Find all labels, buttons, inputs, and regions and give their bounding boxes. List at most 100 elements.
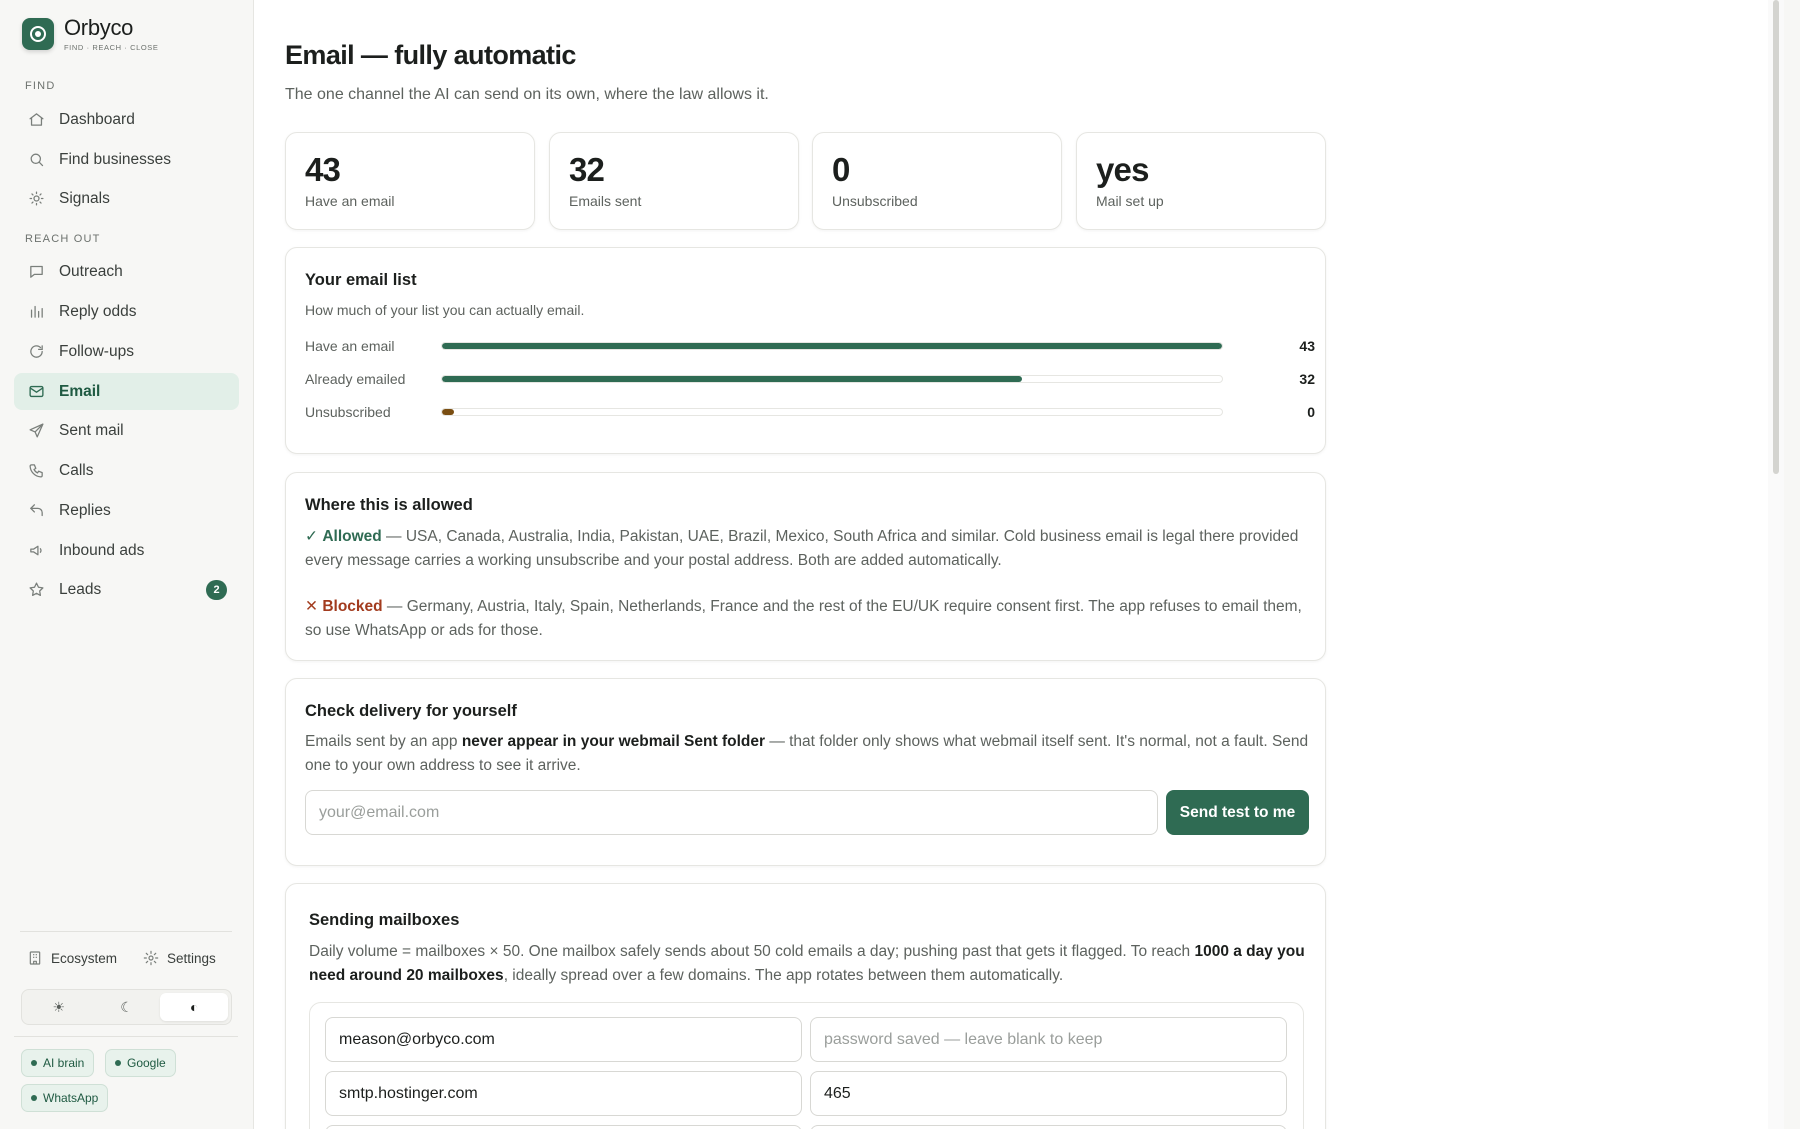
progress-row-have-email: Have an email 43 [305, 336, 1315, 356]
sidebar-item-inbound-ads[interactable]: Inbound ads [14, 532, 239, 569]
allowed-paragraph: ✓ Allowed — USA, Canada, Australia, Indi… [305, 525, 1310, 573]
sidebar-item-signals[interactable]: Signals [14, 180, 239, 217]
sidebar-item-dashboard[interactable]: Dashboard [14, 101, 239, 138]
cross-icon: ✕ [305, 598, 318, 615]
check-delivery-card: Check delivery for yourself Emails sent … [285, 678, 1326, 866]
delivery-text-bold: never appear in your webmail Sent folder [461, 733, 766, 750]
sidebar-item-follow-ups[interactable]: Follow-ups [14, 333, 239, 370]
send-test-button[interactable]: Send test to me [1166, 790, 1309, 835]
mail-icon [27, 383, 45, 401]
page-subtitle: The one channel the AI can send on its o… [285, 86, 769, 103]
sidebar-item-label: Follow-ups [59, 342, 134, 360]
status-chip-label: Google [127, 1056, 166, 1070]
where-allowed-title: Where this is allowed [305, 496, 473, 514]
status-chip-google[interactable]: Google [105, 1049, 176, 1077]
smtp-port-field[interactable] [810, 1071, 1287, 1116]
mailbox-email-field[interactable] [325, 1017, 802, 1062]
megaphone-icon [27, 542, 45, 560]
theme-system-option[interactable]: ◐ [160, 993, 229, 1021]
message-square-icon [27, 263, 45, 281]
sidebar: Orbyco FIND · REACH · CLOSE FIND Dashboa… [0, 0, 254, 1129]
ecosystem-link[interactable]: Ecosystem [27, 950, 117, 966]
where-allowed-card: Where this is allowed ✓ Allowed — USA, C… [285, 472, 1326, 661]
mailbox-next-field[interactable] [325, 1125, 802, 1129]
theme-toggle: ☀ ☾ ◐ [21, 989, 232, 1025]
progress-label: Already emailed [305, 371, 406, 387]
sidebar-item-outreach[interactable]: Outreach [14, 253, 239, 290]
send-icon [27, 422, 45, 440]
test-email-input[interactable] [305, 790, 1158, 835]
mailbox-password-field[interactable] [810, 1017, 1287, 1062]
progress-value: 43 [1299, 338, 1315, 354]
progress-label: Unsubscribed [305, 404, 391, 420]
sidebar-item-calls[interactable]: Calls [14, 452, 239, 489]
sidebar-item-label: Calls [59, 461, 94, 479]
stat-value: 43 [305, 151, 341, 188]
check-icon: ✓ [305, 528, 318, 545]
sidebar-item-sent-mail[interactable]: Sent mail [14, 412, 239, 449]
sending-mailboxes-card: Sending mailboxes Daily volume = mailbox… [285, 883, 1326, 1129]
check-delivery-text: Emails sent by an app never appear in yo… [305, 730, 1310, 778]
reply-icon [27, 502, 45, 520]
leads-count-badge: 2 [206, 580, 227, 600]
stat-label: Unsubscribed [832, 193, 918, 209]
sidebar-item-label: Signals [59, 189, 110, 207]
sidebar-divider [20, 931, 232, 932]
email-list-title: Your email list [305, 271, 417, 289]
progress-row-already-emailed: Already emailed 32 [305, 369, 1315, 389]
scrollbar-thumb[interactable] [1773, 0, 1779, 474]
stat-label: Emails sent [569, 193, 642, 209]
status-chip-whatsapp[interactable]: WhatsApp [21, 1084, 109, 1112]
sidebar-item-label: Inbound ads [59, 541, 145, 559]
sidebar-item-reply-odds[interactable]: Reply odds [14, 293, 239, 330]
brand-tagline: FIND · REACH · CLOSE [64, 43, 159, 52]
search-icon [27, 151, 45, 169]
email-list-card: Your email list How much of your list yo… [285, 247, 1326, 454]
theme-dark-option[interactable]: ☾ [93, 993, 161, 1021]
sun-icon [27, 190, 45, 208]
brand-logo-icon [22, 18, 54, 50]
stat-card-have-email: 43 Have an email [285, 132, 535, 230]
sidebar-item-label: Replies [59, 501, 111, 519]
smtp-host-field[interactable] [325, 1071, 802, 1116]
stat-card-mail-set-up: yes Mail set up [1076, 132, 1326, 230]
email-list-description: How much of your list you can actually e… [305, 302, 585, 318]
phone-icon [27, 462, 45, 480]
progress-track [441, 408, 1223, 416]
home-icon [27, 111, 45, 129]
progress-track [441, 375, 1223, 383]
progress-fill [442, 343, 1222, 349]
stat-card-emails-sent: 32 Emails sent [549, 132, 799, 230]
sidebar-item-leads[interactable]: Leads 2 [14, 571, 239, 608]
sidebar-item-label: Find businesses [59, 150, 172, 168]
allowed-text: — USA, Canada, Australia, India, Pakista… [305, 528, 1299, 569]
sending-mailboxes-title: Sending mailboxes [309, 911, 460, 929]
section-label-reach-out: REACH OUT [25, 233, 101, 245]
progress-value: 0 [1307, 404, 1315, 420]
sidebar-item-replies[interactable]: Replies [14, 492, 239, 529]
stat-value: 32 [569, 151, 605, 188]
stat-card-unsubscribed: 0 Unsubscribed [812, 132, 1062, 230]
section-label-find: FIND [25, 80, 56, 92]
sidebar-item-email[interactable]: Email [14, 373, 239, 410]
sidebar-item-find-businesses[interactable]: Find businesses [14, 141, 239, 178]
allowed-label: Allowed [322, 528, 382, 545]
blocked-paragraph: ✕ Blocked — Germany, Austria, Italy, Spa… [305, 595, 1310, 643]
sidebar-item-label: Reply odds [59, 302, 137, 320]
building-icon [27, 950, 43, 966]
gear-icon [143, 950, 159, 966]
sidebar-item-label: Email [59, 382, 101, 400]
sidebar-item-label: Outreach [59, 262, 123, 280]
sending-mailboxes-text: Daily volume = mailboxes × 50. One mailb… [309, 940, 1309, 988]
theme-light-option[interactable]: ☀ [25, 993, 93, 1021]
status-dot-icon [31, 1060, 37, 1066]
scrollbar[interactable] [1768, 0, 1784, 1129]
mailbox-next-field[interactable] [810, 1125, 1287, 1129]
blocked-text: — Germany, Austria, Italy, Spain, Nether… [305, 598, 1302, 639]
mailboxes-text-part: , ideally spread over a few domains. The… [503, 967, 1064, 984]
bar-chart-icon [27, 303, 45, 321]
brand[interactable]: Orbyco FIND · REACH · CLOSE [22, 16, 159, 52]
status-chip-ai-brain[interactable]: AI brain [21, 1049, 95, 1077]
settings-label: Settings [167, 950, 216, 966]
settings-link[interactable]: Settings [143, 950, 216, 966]
